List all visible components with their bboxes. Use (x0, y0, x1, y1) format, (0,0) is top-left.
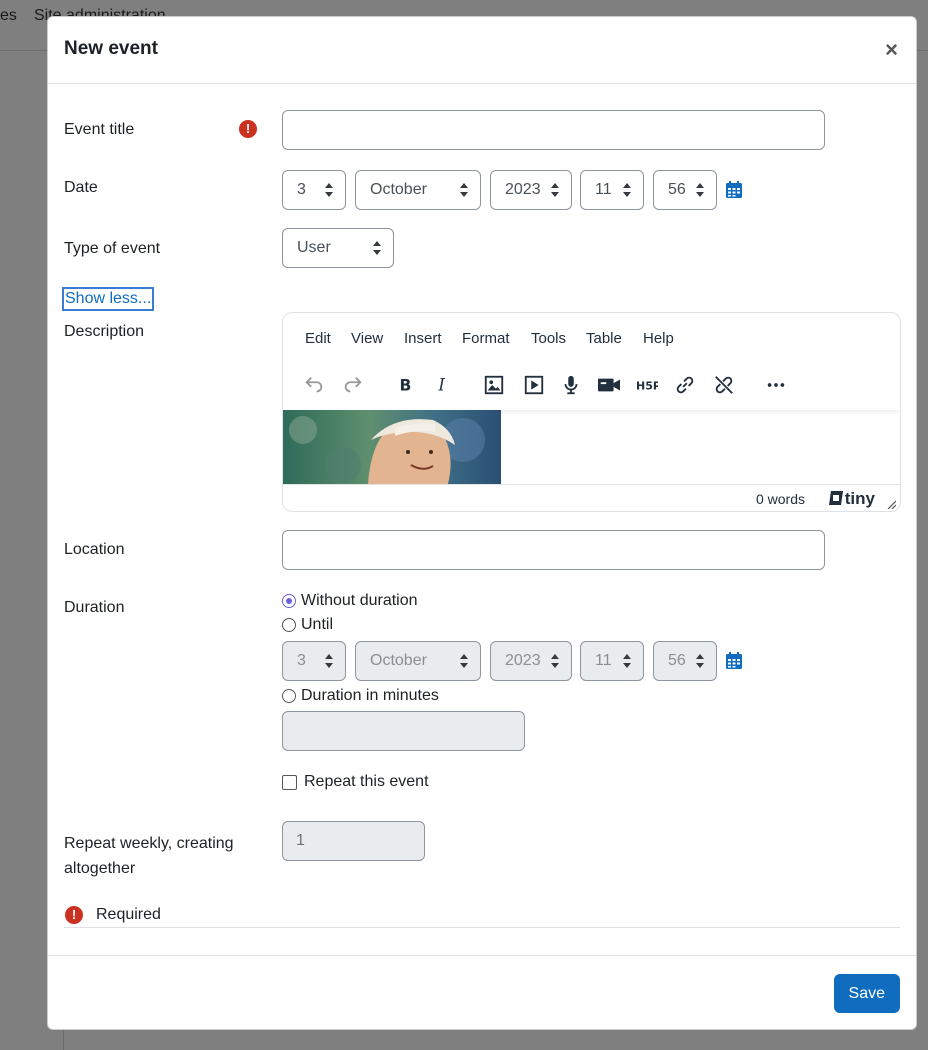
repeat-checkbox[interactable] (282, 775, 297, 790)
until-day-select[interactable]: 3 (282, 641, 346, 681)
menu-format[interactable]: Format (462, 330, 510, 347)
date-minute-value: 56 (668, 181, 686, 198)
record-audio-icon[interactable] (557, 371, 585, 399)
date-day-select[interactable]: 3 (282, 170, 346, 210)
until-hour-value: 11 (595, 652, 612, 669)
until-month-select[interactable]: October (355, 641, 481, 681)
type-of-event-select[interactable]: User (282, 228, 394, 268)
modal-footer: Save (48, 955, 916, 1031)
radio-label: Duration in minutes (301, 687, 439, 704)
duration-minutes-input[interactable] (282, 711, 525, 751)
bold-icon[interactable]: B (391, 371, 419, 399)
close-button[interactable]: × (885, 37, 898, 63)
link-icon[interactable] (671, 371, 699, 399)
type-of-event-value: User (297, 239, 331, 256)
editor-toolbar: B I H5P (283, 363, 900, 410)
menu-help[interactable]: Help (643, 330, 674, 347)
h5p-icon[interactable]: H5P (633, 371, 661, 399)
save-button[interactable]: Save (833, 974, 900, 1013)
resize-handle-icon[interactable] (886, 499, 896, 509)
until-minute-select[interactable]: 56 (653, 641, 717, 681)
editor-statusbar: 0 words tiny (283, 484, 900, 511)
duration-label: Duration (64, 599, 125, 616)
description-label: Description (64, 323, 145, 340)
editor-menubar: Edit View Insert Format Tools Table Help (283, 313, 900, 363)
word-count[interactable]: 0 words (756, 491, 805, 507)
calendar-icon[interactable] (726, 181, 742, 198)
show-less-link[interactable]: Show less... (62, 287, 155, 311)
menu-table[interactable]: Table (586, 330, 622, 347)
embedded-image (283, 410, 501, 484)
tiny-logo[interactable]: tiny (827, 489, 875, 509)
required-note: Required (96, 906, 161, 923)
menu-view[interactable]: View (351, 330, 383, 347)
date-day-value: 3 (297, 181, 306, 198)
date-minute-select[interactable]: 56 (653, 170, 717, 210)
date-month-value: October (370, 181, 427, 198)
media-icon[interactable] (520, 371, 548, 399)
more-icon[interactable] (762, 371, 790, 399)
type-of-event-label: Type of event (64, 240, 161, 257)
date-year-select[interactable]: 2023 (490, 170, 572, 210)
event-title-label: Event title (64, 121, 135, 138)
radio-button[interactable] (282, 618, 296, 632)
nav-item-partial: es (0, 7, 17, 24)
background-content (63, 1030, 903, 1050)
modal-title: New event (64, 38, 158, 59)
menu-tools[interactable]: Tools (531, 330, 566, 347)
svg-text:I: I (437, 376, 445, 395)
divider (64, 927, 900, 928)
undo-icon[interactable] (300, 371, 328, 399)
required-icon: ! (65, 906, 83, 924)
radio-button[interactable] (282, 689, 296, 703)
repeat-label: Repeat this event (304, 773, 429, 790)
repeat-weekly-input[interactable]: 1 (282, 821, 425, 861)
location-label: Location (64, 541, 125, 558)
radio-button[interactable] (282, 594, 296, 608)
required-icon: ! (239, 120, 257, 138)
image-icon[interactable] (480, 371, 508, 399)
radio-label: Without duration (301, 592, 418, 609)
date-month-select[interactable]: October (355, 170, 481, 210)
date-hour-value: 11 (595, 181, 612, 198)
new-event-modal: New event × Event title ! Date 3 October… (47, 16, 917, 1030)
radio-label: Until (301, 616, 334, 633)
until-minute-value: 56 (668, 652, 686, 669)
date-selector: 3 October 2023 11 56 (282, 170, 782, 210)
until-year-value: 2023 (505, 652, 541, 669)
unlink-icon[interactable] (710, 371, 738, 399)
until-day-value: 3 (297, 652, 306, 669)
tiny-brand-text: tiny (844, 489, 875, 508)
description-editor: Edit View Insert Format Tools Table Help… (282, 312, 901, 512)
modal-header: New event × (48, 17, 916, 84)
record-video-icon[interactable] (595, 371, 623, 399)
date-label: Date (64, 179, 98, 196)
until-year-select[interactable]: 2023 (490, 641, 572, 681)
event-title-input[interactable] (282, 110, 825, 150)
until-hour-select[interactable]: 11 (580, 641, 644, 681)
location-input[interactable] (282, 530, 825, 570)
italic-icon[interactable]: I (429, 371, 457, 399)
svg-text:H5P: H5P (636, 380, 658, 393)
svg-text:B: B (400, 377, 412, 395)
menu-edit[interactable]: Edit (305, 330, 331, 347)
date-year-value: 2023 (505, 181, 541, 198)
date-hour-select[interactable]: 11 (580, 170, 644, 210)
until-date-selector: 3 October 2023 11 56 (282, 641, 782, 681)
repeat-weekly-label: Repeat weekly, creating altogether (64, 835, 234, 877)
calendar-icon[interactable] (726, 652, 742, 669)
until-month-value: October (370, 652, 427, 669)
editor-content[interactable] (283, 410, 900, 484)
menu-insert[interactable]: Insert (404, 330, 442, 347)
redo-icon[interactable] (339, 371, 367, 399)
